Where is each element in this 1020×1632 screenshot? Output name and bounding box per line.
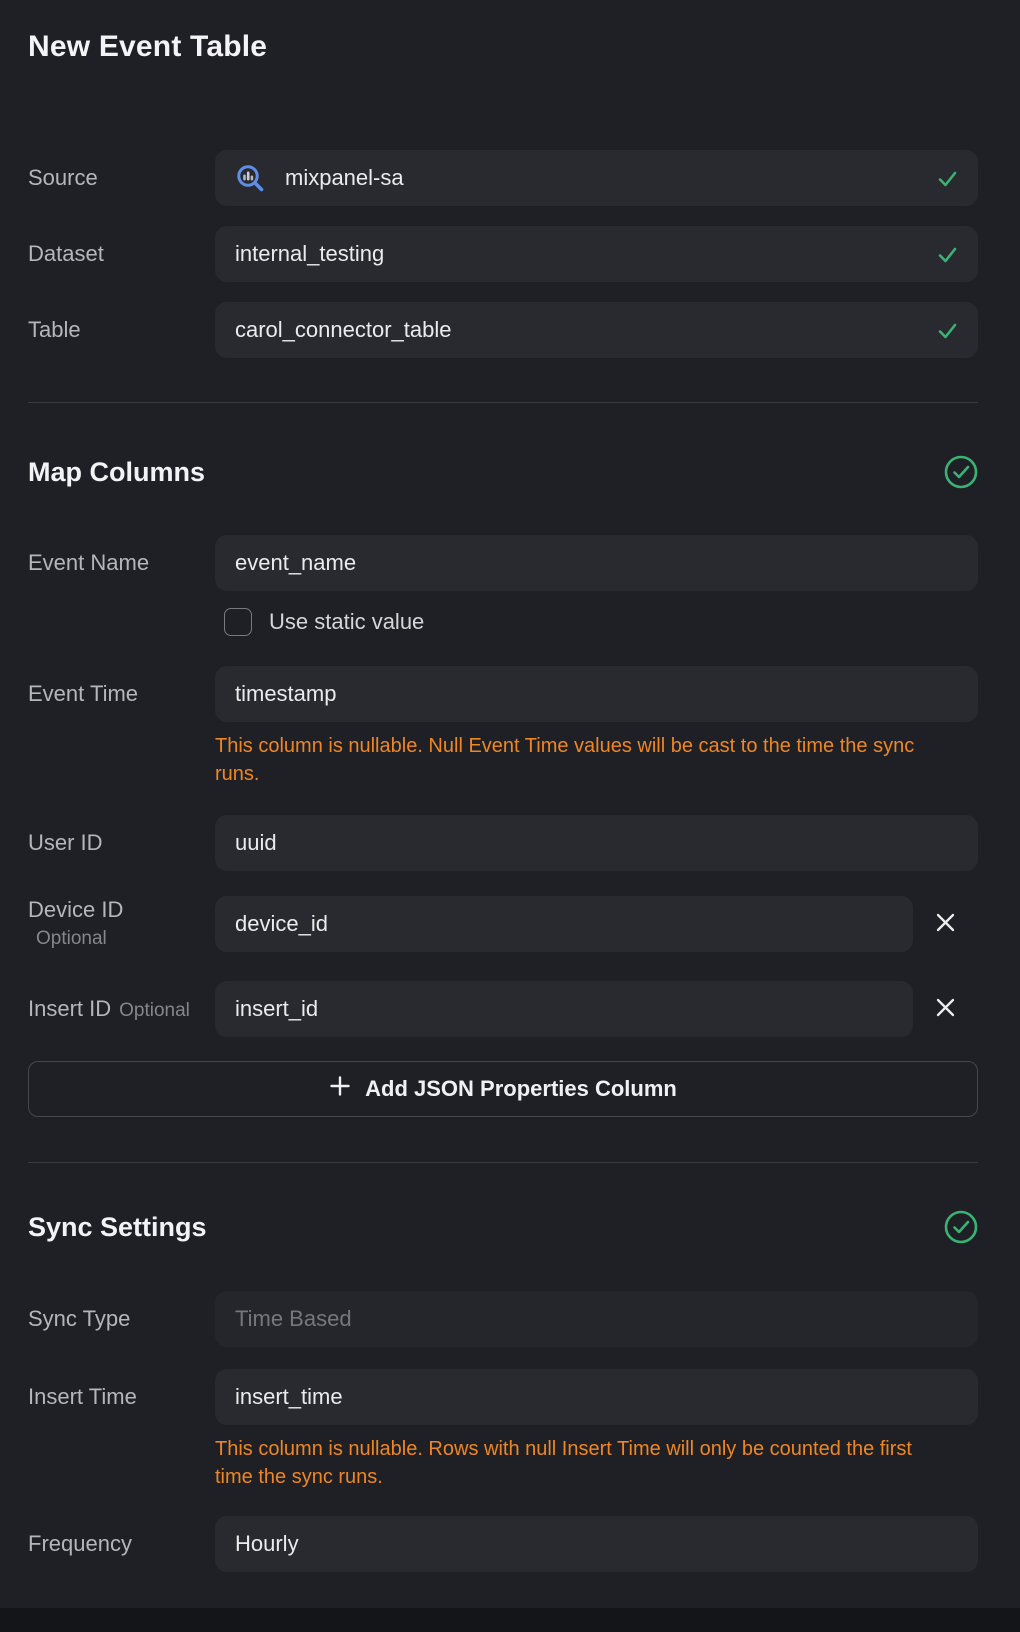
frequency-value: Hourly	[235, 1531, 299, 1557]
frequency-label: Frequency	[28, 1531, 215, 1557]
map-columns-title: Map Columns	[28, 457, 205, 488]
sync-type-label: Sync Type	[28, 1306, 215, 1332]
sync-settings-title: Sync Settings	[28, 1212, 207, 1243]
dataset-row: Dataset internal_testing	[28, 226, 978, 282]
plus-icon	[329, 1075, 351, 1103]
mixpanel-source-icon	[235, 163, 265, 193]
event-name-value: event_name	[235, 550, 356, 576]
dataset-label: Dataset	[28, 241, 215, 267]
frequency-select[interactable]: Hourly	[215, 1516, 978, 1572]
frequency-row: Frequency Hourly	[28, 1516, 978, 1572]
insert-id-select[interactable]: insert_id	[215, 981, 913, 1037]
dataset-select[interactable]: internal_testing	[215, 226, 978, 282]
static-value-row: Use static value	[28, 608, 978, 636]
x-icon	[935, 997, 956, 1021]
section-complete-icon	[944, 1210, 978, 1244]
x-icon	[935, 912, 956, 936]
table-label: Table	[28, 317, 215, 343]
user-id-select[interactable]: uuid	[215, 815, 978, 871]
event-name-label: Event Name	[28, 550, 215, 576]
insert-id-optional-label: Optional	[119, 1000, 190, 1021]
map-columns-header: Map Columns	[28, 455, 978, 489]
source-row: Source mixpanel-sa	[28, 150, 978, 206]
device-id-remove-button[interactable]	[913, 896, 978, 952]
event-name-row: Event Name event_name	[28, 535, 978, 591]
add-json-properties-column-button[interactable]: Add JSON Properties Column	[28, 1061, 978, 1117]
panel-bottom-edge	[0, 1608, 1020, 1632]
insert-time-warning: This column is nullable. Rows with null …	[215, 1435, 978, 1491]
table-select[interactable]: carol_connector_table	[215, 302, 978, 358]
check-icon	[937, 168, 958, 189]
use-static-value-checkbox[interactable]	[224, 608, 252, 636]
insert-id-value: insert_id	[235, 996, 318, 1022]
insert-time-row: Insert Time insert_time	[28, 1369, 978, 1425]
user-id-row: User ID uuid	[28, 815, 978, 871]
source-value: mixpanel-sa	[285, 165, 404, 191]
event-time-warning: This column is nullable. Null Event Time…	[215, 732, 978, 788]
insert-id-remove-button[interactable]	[913, 981, 978, 1037]
insert-id-row: Insert IDOptional insert_id	[28, 981, 978, 1037]
insert-time-warning-row: This column is nullable. Rows with null …	[28, 1435, 978, 1491]
event-name-select[interactable]: event_name	[215, 535, 978, 591]
insert-time-label: Insert Time	[28, 1384, 215, 1410]
event-time-label: Event Time	[28, 681, 215, 707]
event-time-warning-row: This column is nullable. Null Event Time…	[28, 732, 978, 788]
device-id-value: device_id	[235, 911, 328, 937]
source-select[interactable]: mixpanel-sa	[215, 150, 978, 206]
device-id-row: Device ID Optional device_id	[28, 896, 978, 952]
user-id-value: uuid	[235, 830, 277, 856]
add-json-properties-column-label: Add JSON Properties Column	[365, 1076, 677, 1102]
event-time-select[interactable]: timestamp	[215, 666, 978, 722]
source-group: Source mixpanel-sa Dataset internal_test…	[28, 150, 978, 358]
check-icon	[937, 320, 958, 341]
sync-settings-header: Sync Settings	[28, 1210, 978, 1244]
sync-type-value: Time Based	[235, 1306, 352, 1332]
insert-time-select[interactable]: insert_time	[215, 1369, 978, 1425]
check-icon	[937, 244, 958, 265]
use-static-value-label: Use static value	[269, 609, 424, 635]
source-label: Source	[28, 165, 215, 191]
table-value: carol_connector_table	[235, 317, 451, 343]
table-row: Table carol_connector_table	[28, 302, 978, 358]
device-id-optional-label: Optional	[28, 928, 215, 951]
new-event-table-panel: New Event Table Source mixpanel-sa Datas…	[0, 0, 1020, 1572]
section-complete-icon	[944, 455, 978, 489]
sync-type-row: Sync Type Time Based	[28, 1291, 978, 1347]
device-id-select[interactable]: device_id	[215, 896, 913, 952]
insert-id-label: Insert IDOptional	[28, 996, 215, 1022]
event-time-row: Event Time timestamp	[28, 666, 978, 722]
page-title: New Event Table	[28, 0, 978, 64]
user-id-label: User ID	[28, 830, 215, 856]
event-time-value: timestamp	[235, 681, 336, 707]
section-divider	[28, 1162, 978, 1163]
insert-time-value: insert_time	[235, 1384, 343, 1410]
sync-type-select: Time Based	[215, 1291, 978, 1347]
dataset-value: internal_testing	[235, 241, 384, 267]
section-divider	[28, 402, 978, 403]
device-id-label: Device ID Optional	[28, 897, 215, 950]
